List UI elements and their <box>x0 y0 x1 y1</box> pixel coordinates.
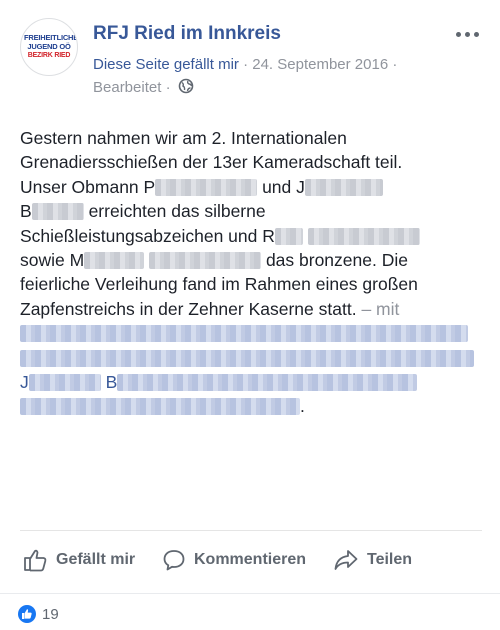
avatar-text-2: JUGEND OÖ <box>27 42 71 51</box>
post-line: . <box>20 394 482 418</box>
post-header: FREIHEITLICHE JUGEND OÖ BEZIRK RIED RFJ … <box>18 16 484 102</box>
like-reaction-icon <box>18 605 36 623</box>
share-button-label: Teilen <box>367 551 413 568</box>
page-name-link[interactable]: RFJ Ried im Innkreis <box>93 23 281 45</box>
post-line: Zapfenstreichs in der Zehner Kaserne sta… <box>20 297 482 321</box>
post-line: J B <box>20 370 482 394</box>
post-text-fragment: sowie M <box>20 250 85 271</box>
comment-button[interactable]: Kommentieren <box>162 545 306 575</box>
redacted-tagged-names[interactable] <box>28 374 101 392</box>
page-like-status[interactable]: Diese Seite gefällt mir <box>93 56 239 73</box>
post-line: B erreichten das silberne <box>20 199 482 223</box>
post-text-fragment: Unser Obmann P <box>20 176 156 197</box>
redacted-tagged-names[interactable] <box>117 374 418 392</box>
post-text-fragment: das bronzene. Die <box>265 250 408 271</box>
post-text-fragment: . <box>300 396 305 417</box>
post-line: feierliche Verleihung fand im Rahmen ein… <box>20 274 418 295</box>
tagged-name-fragment[interactable]: B <box>106 372 118 392</box>
post-text-fragment: Zapfenstreichs in der Zehner Kaserne sta… <box>20 298 357 319</box>
meta-separator: · <box>243 56 249 73</box>
redacted-name <box>155 178 258 196</box>
post-line <box>20 321 482 345</box>
tagged-name-fragment[interactable]: J <box>20 372 29 392</box>
actions-divider <box>20 530 482 531</box>
share-icon <box>334 550 358 570</box>
redacted-tagged-names[interactable] <box>20 349 474 367</box>
post-line <box>20 346 482 370</box>
post-line: sowie M das bronzene. Die <box>20 248 482 272</box>
reactions-divider <box>0 593 500 594</box>
share-button[interactable]: Teilen <box>333 545 412 575</box>
redacted-name <box>274 227 303 245</box>
post-meta-line-2: Bearbeitet · <box>93 78 194 98</box>
page-avatar[interactable]: FREIHEITLICHE JUGEND OÖ BEZIRK RIED <box>20 18 78 76</box>
like-button[interactable]: Gefällt mir <box>22 545 135 575</box>
globe-icon <box>178 78 194 98</box>
post-line: Schießleistungsabzeichen und R <box>20 224 482 248</box>
meta-separator: · <box>165 79 171 96</box>
avatar-text-3: BEZIRK RIED <box>27 52 71 59</box>
post-line: Unser Obmann P und J <box>20 175 482 199</box>
post-actions-bar: Gefällt mir Kommentieren Teilen <box>20 545 482 575</box>
thumbs-up-icon <box>24 549 47 572</box>
redacted-name <box>84 252 145 270</box>
edited-label[interactable]: Bearbeitet <box>93 79 161 96</box>
comment-button-label: Kommentieren <box>194 551 307 568</box>
redacted-name <box>31 203 84 221</box>
meta-separator: · <box>392 56 398 73</box>
post-text-fragment: und J <box>262 176 305 197</box>
post-line: Grenadiersschießen der 13er Kameradschaf… <box>20 152 403 173</box>
reaction-count: 19 <box>42 605 59 623</box>
post-text-fragment: erreichten das silberne <box>88 201 266 222</box>
post-text-fragment: B <box>20 201 32 222</box>
reactions-summary[interactable]: 19 <box>18 605 59 623</box>
post-text: Gestern nahmen wir am 2. Internationalen… <box>20 126 482 419</box>
avatar-text-1: FREIHEITLICHE <box>24 33 78 42</box>
comment-icon <box>163 550 185 571</box>
more-options-icon[interactable] <box>456 28 480 40</box>
redacted-tagged-names[interactable] <box>20 398 300 416</box>
redacted-tagged-names[interactable] <box>20 325 468 343</box>
post-line: Gestern nahmen wir am 2. Internationalen <box>20 128 347 148</box>
tagged-with-label: – mit <box>361 298 400 319</box>
post-date[interactable]: 24. September 2016 <box>252 56 388 73</box>
like-button-label: Gefällt mir <box>56 551 136 568</box>
redacted-name <box>307 227 420 245</box>
post-text-fragment: Schießleistungsabzeichen und R <box>20 225 275 246</box>
redacted-name <box>149 252 262 270</box>
post-meta-line: Diese Seite gefällt mir · 24. September … <box>93 56 397 73</box>
redacted-name <box>304 178 383 196</box>
